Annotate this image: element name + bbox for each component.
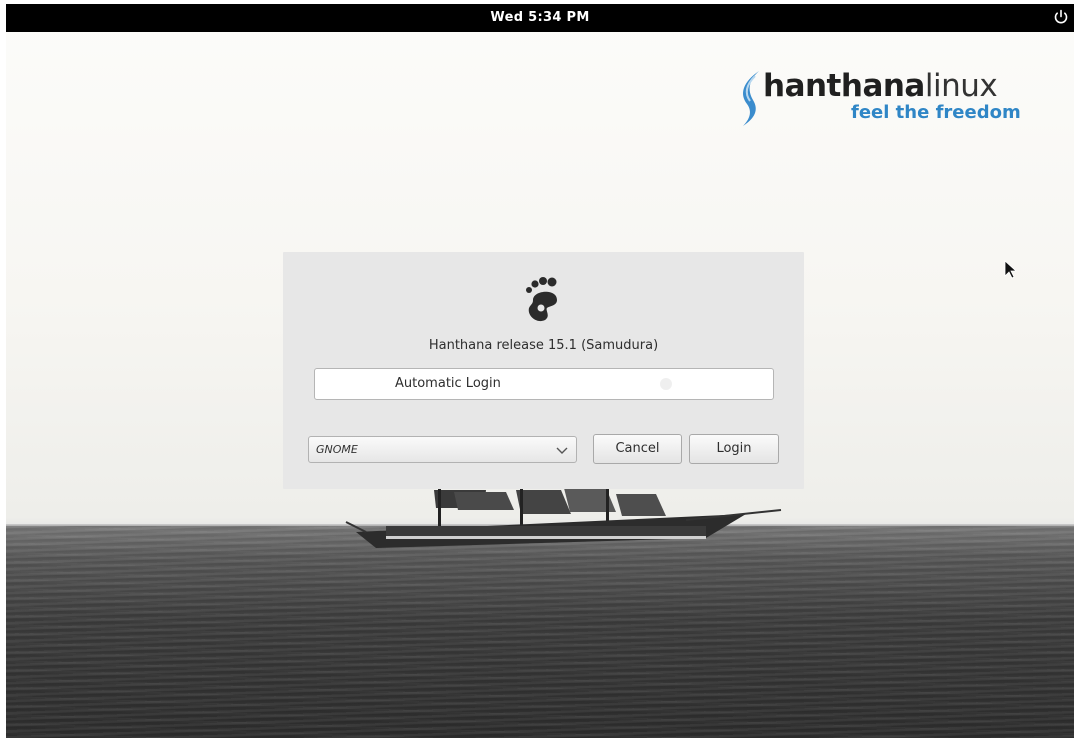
- user-status-indicator: [660, 378, 672, 390]
- user-list-item-automatic-login[interactable]: Automatic Login: [314, 368, 774, 400]
- clock[interactable]: Wed 5:34 PM: [6, 10, 1074, 25]
- chevron-down-icon: [556, 447, 568, 454]
- sea-background: [6, 526, 1074, 738]
- top-bar: Wed 5:34 PM: [6, 4, 1074, 32]
- logo-name-bold: hanthana: [763, 68, 925, 104]
- logo-name-thin: linux: [924, 68, 998, 104]
- logo-title: hanthanalinux: [763, 68, 998, 104]
- mouse-pointer-icon: [1004, 260, 1018, 279]
- login-dialog: Hanthana release 15.1 (Samudura) Automat…: [283, 252, 804, 489]
- login-button[interactable]: Login: [689, 434, 779, 464]
- cancel-button[interactable]: Cancel: [593, 434, 682, 464]
- release-label: Hanthana release 15.1 (Samudura): [428, 338, 659, 353]
- power-icon[interactable]: [1052, 8, 1070, 26]
- logo-mark-icon: [743, 71, 759, 126]
- logo-tagline: feel the freedom: [851, 102, 1021, 123]
- gnome-foot-icon: [526, 277, 557, 322]
- hanthana-logo: hanthanalinux feel the freedom: [733, 68, 1033, 138]
- desktop-screen: Wed 5:34 PM hanthanalinux feel the freed…: [6, 4, 1074, 738]
- session-select[interactable]: GNOME: [308, 436, 577, 463]
- session-select-value: GNOME: [316, 443, 358, 456]
- user-name-label: Automatic Login: [395, 376, 501, 391]
